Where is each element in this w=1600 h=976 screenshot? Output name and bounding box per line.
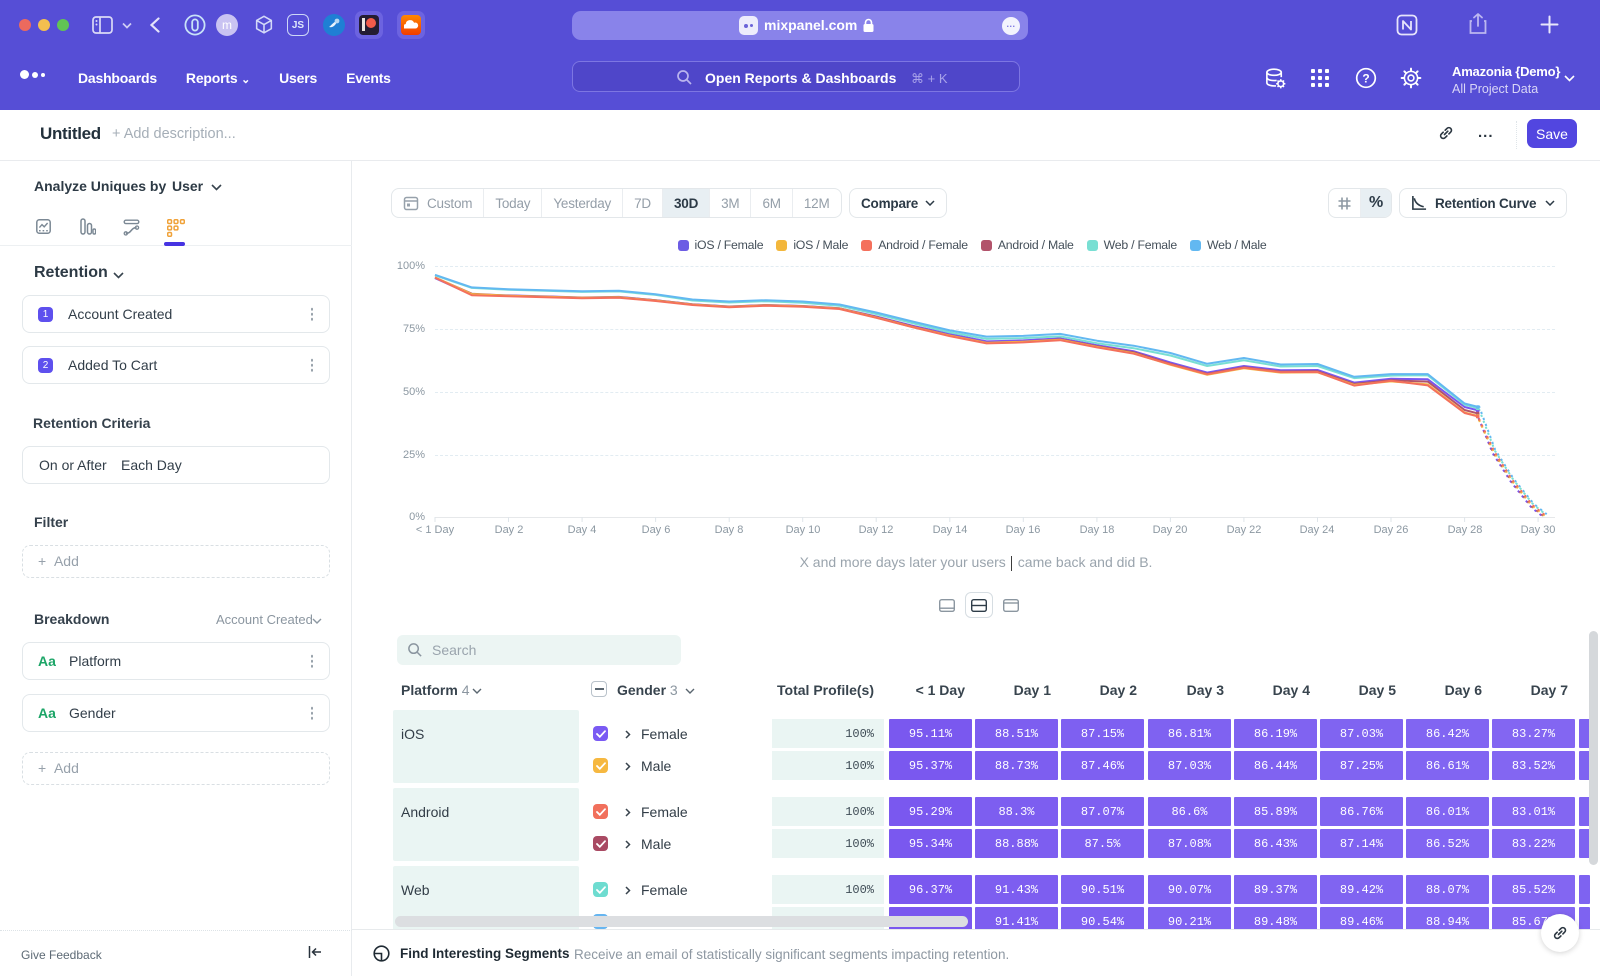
svg-text:?: ? — [1362, 72, 1369, 86]
